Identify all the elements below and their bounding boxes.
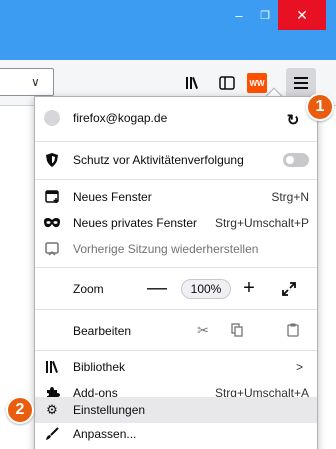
hamburger-icon xyxy=(294,77,308,89)
tracking-protection-item[interactable]: Schutz vor Aktivitätenverfolgung xyxy=(35,147,317,173)
separator xyxy=(35,350,317,351)
edit-label: Bearbeiten xyxy=(73,324,132,338)
private-mask-icon xyxy=(44,215,60,231)
url-bar[interactable]: ∨ xyxy=(0,68,54,96)
zoom-in-button[interactable]: + xyxy=(237,276,261,300)
separator xyxy=(35,141,317,142)
paintbrush-icon xyxy=(44,426,60,442)
chevron-right-icon: > xyxy=(295,360,303,374)
urlbar-dropmarker-icon[interactable]: ∨ xyxy=(31,75,40,89)
copy-icon[interactable] xyxy=(223,319,251,341)
gear-icon: ⚙ xyxy=(46,402,58,417)
callout-badge-1: 1 xyxy=(306,93,334,121)
customize-item[interactable]: Anpassen... xyxy=(35,421,317,447)
account-email: firefox@kogap.de xyxy=(73,111,168,125)
paste-icon[interactable] xyxy=(279,319,307,341)
fullscreen-icon[interactable] xyxy=(277,278,301,300)
new-window-icon xyxy=(44,189,60,205)
separator xyxy=(35,309,317,310)
restore-session-label: Vorherige Sitzung wiederherstellen xyxy=(73,242,259,256)
edit-item: Bearbeiten ✂ xyxy=(35,316,317,346)
sidebar-icon[interactable] xyxy=(216,72,238,94)
separator xyxy=(35,179,317,180)
zoom-out-button[interactable]: — xyxy=(145,276,169,300)
sync-icon[interactable]: ↻ xyxy=(279,109,307,131)
shield-icon xyxy=(44,152,60,168)
cut-icon[interactable]: ✂ xyxy=(189,319,217,341)
app-menu-panel: firefox@kogap.de ↻ Schutz vor Aktivitäte… xyxy=(34,96,318,449)
zoom-item: Zoom — 100% + xyxy=(35,274,317,304)
zoom-label: Zoom xyxy=(73,282,104,296)
settings-label: Einstellungen xyxy=(73,403,146,417)
new-private-window-shortcut: Strg+Umschalt+P xyxy=(214,216,309,230)
new-private-window-label: Neues privates Fenster xyxy=(73,216,198,230)
library-item[interactable]: Bibliothek > xyxy=(35,354,317,380)
new-window-item[interactable]: Neues Fenster Strg+N xyxy=(35,184,317,210)
restore-session-icon xyxy=(44,241,60,257)
new-window-label: Neues Fenster xyxy=(73,190,152,204)
title-bar: – ❐ ✕ xyxy=(0,0,336,60)
hamburger-menu-button[interactable] xyxy=(286,68,316,98)
library-icon[interactable] xyxy=(182,72,204,94)
callout-badge-2: 2 xyxy=(6,396,34,424)
close-button[interactable]: ✕ xyxy=(278,0,326,30)
zoom-reset-button[interactable]: 100% xyxy=(181,279,231,299)
restore-session-item[interactable]: Vorherige Sitzung wiederherstellen xyxy=(35,236,317,262)
avatar-icon xyxy=(44,110,60,126)
settings-item[interactable]: ⚙ Einstellungen xyxy=(35,397,317,423)
new-window-shortcut: Strg+N xyxy=(271,190,309,204)
extension-icon[interactable]: WW xyxy=(247,73,267,93)
tracking-protection-label: Schutz vor Aktivitätenverfolgung xyxy=(73,153,244,167)
tracking-protection-toggle[interactable] xyxy=(283,153,309,167)
maximize-button[interactable]: ❐ xyxy=(250,0,280,30)
library-icon xyxy=(44,359,60,375)
library-label: Bibliothek xyxy=(73,360,126,374)
account-item[interactable]: firefox@kogap.de ↻ xyxy=(35,105,317,135)
new-private-window-item[interactable]: Neues privates Fenster Strg+Umschalt+P xyxy=(35,210,317,236)
separator xyxy=(35,267,317,268)
customize-label: Anpassen... xyxy=(73,427,137,441)
